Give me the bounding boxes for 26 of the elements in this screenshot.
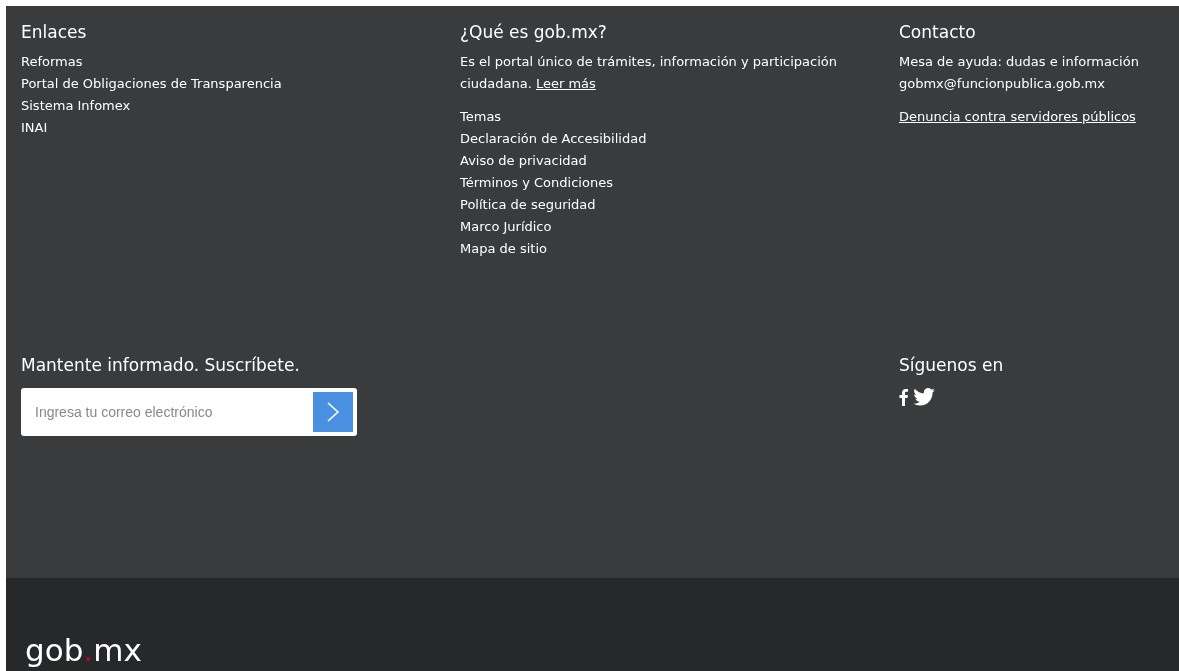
site-logo[interactable]: gob.mx	[25, 631, 142, 669]
section-heading: ¿Qué es gob.mx?	[460, 22, 607, 42]
footer-link[interactable]: INAI	[21, 117, 48, 139]
footer-link[interactable]: Marco Jurídico	[460, 216, 552, 238]
description-text: Es el portal único de trámites, información y participación ciudadana. Leer más	[460, 53, 838, 93]
facebook-icon[interactable]	[899, 388, 908, 406]
section-heading: Enlaces	[21, 22, 87, 42]
footer-link[interactable]: Reformas	[21, 51, 83, 73]
section-heading: Síguenos en	[899, 355, 1004, 375]
footer-link[interactable]: Aviso de privacidad	[460, 150, 587, 172]
footer-link[interactable]: Mapa de sitio	[460, 238, 547, 260]
bird-icon[interactable]	[913, 388, 935, 406]
read-more-link[interactable]: Leer más	[535, 76, 596, 91]
complaint-link[interactable]: Denuncia contra servidores públicos	[899, 106, 1136, 128]
contact-text: gobmx@funcionpublica.gob.mx	[899, 75, 1105, 93]
footer-link[interactable]: Política de seguridad	[460, 194, 596, 216]
footer-link[interactable]: Portal de Obligaciones de Transparencia	[21, 73, 282, 95]
email-field[interactable]: Ingresa tu correo electrónico	[21, 388, 357, 436]
footer-link[interactable]: Sistema Infomex	[21, 95, 131, 117]
footer-link[interactable]: Temas	[460, 106, 502, 128]
section-heading: Contacto	[899, 22, 976, 42]
section-heading: Mantente informado. Suscríbete.	[21, 355, 300, 375]
chevron-right-icon	[326, 401, 340, 423]
contact-text: Mesa de ayuda: dudas e información	[899, 53, 1139, 71]
footer-link[interactable]: Declaración de Accesibilidad	[460, 128, 647, 150]
footer-link[interactable]: Términos y Condiciones	[460, 172, 613, 194]
